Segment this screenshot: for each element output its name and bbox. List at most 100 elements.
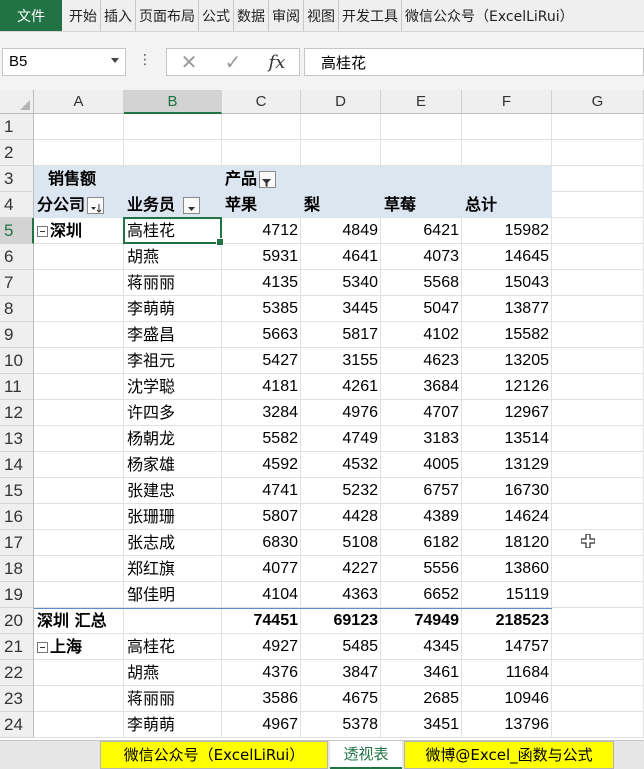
grid-cell[interactable] (34, 478, 124, 504)
value-cell[interactable]: 4707 (381, 400, 462, 426)
grid-cell[interactable] (552, 608, 644, 634)
grid-cell[interactable] (34, 374, 124, 400)
value-cell[interactable]: 4428 (301, 504, 381, 530)
value-cell[interactable]: 4181 (222, 374, 301, 400)
pivot-row-field-salesperson[interactable]: 业务员 (124, 192, 222, 218)
value-cell[interactable]: 4389 (381, 504, 462, 530)
value-cell[interactable]: 6421 (381, 218, 462, 244)
value-cell[interactable]: 15119 (462, 582, 552, 608)
grid-cell[interactable] (34, 322, 124, 348)
row-header[interactable]: 22 (0, 660, 34, 686)
tab-wechat[interactable]: 微信公众号（ExcelLiRui） (402, 0, 577, 31)
value-cell[interactable]: 4849 (301, 218, 381, 244)
salesperson-name[interactable]: 许四多 (124, 400, 222, 426)
value-cell[interactable]: 13205 (462, 348, 552, 374)
salesperson-name[interactable]: 邹佳明 (124, 582, 222, 608)
value-cell[interactable]: 5556 (381, 556, 462, 582)
file-tab[interactable]: 文件 (0, 0, 62, 31)
tab-formulas[interactable]: 公式 (199, 0, 234, 31)
grid-cell[interactable] (34, 712, 124, 738)
grid-cell[interactable] (552, 660, 644, 686)
grid-cell[interactable] (552, 556, 644, 582)
salesperson-name[interactable]: 李盛昌 (124, 322, 222, 348)
grid-cell[interactable] (552, 140, 644, 166)
value-cell[interactable]: 18120 (462, 530, 552, 556)
value-cell[interactable]: 4227 (301, 556, 381, 582)
sheet-tab-weibo[interactable]: 微博@Excel_函数与公式 (404, 741, 614, 769)
value-cell[interactable]: 3684 (381, 374, 462, 400)
tab-view[interactable]: 视图 (304, 0, 339, 31)
grid-cell[interactable] (552, 530, 644, 556)
column-header[interactable]: B (124, 90, 222, 114)
value-cell[interactable]: 14624 (462, 504, 552, 530)
value-cell[interactable]: 12126 (462, 374, 552, 400)
salesperson-name[interactable]: 杨家雄 (124, 452, 222, 478)
subtotal-value[interactable]: 74949 (381, 608, 462, 634)
grid-cell[interactable] (222, 114, 301, 140)
pivot-col-header[interactable]: 总计 (462, 192, 552, 218)
value-cell[interactable]: 4073 (381, 244, 462, 270)
grid-cell[interactable] (301, 114, 381, 140)
grid-cell[interactable] (552, 348, 644, 374)
row-header[interactable]: 11 (0, 374, 34, 400)
salesperson-name[interactable]: 张志成 (124, 530, 222, 556)
insert-function-icon[interactable]: fx (269, 52, 286, 73)
value-cell[interactable]: 3155 (301, 348, 381, 374)
row-header[interactable]: 19 (0, 582, 34, 608)
value-cell[interactable]: 11684 (462, 660, 552, 686)
pivot-col-header[interactable]: 梨 (301, 192, 381, 218)
value-cell[interactable]: 2685 (381, 686, 462, 712)
value-cell[interactable]: 5663 (222, 322, 301, 348)
grid-cell[interactable] (124, 140, 222, 166)
grid-cell[interactable] (34, 686, 124, 712)
column-header[interactable]: A (34, 90, 124, 114)
row-header[interactable]: 24 (0, 712, 34, 738)
value-cell[interactable]: 4532 (301, 452, 381, 478)
more-options-icon[interactable]: ⋮ (138, 52, 152, 68)
value-cell[interactable]: 4927 (222, 634, 301, 660)
value-cell[interactable]: 12967 (462, 400, 552, 426)
collapse-icon[interactable] (37, 642, 48, 653)
value-cell[interactable]: 3451 (381, 712, 462, 738)
grid-cell[interactable] (552, 166, 644, 192)
value-cell[interactable]: 4363 (301, 582, 381, 608)
value-cell[interactable]: 15982 (462, 218, 552, 244)
value-cell[interactable]: 13514 (462, 426, 552, 452)
row-header[interactable]: 15 (0, 478, 34, 504)
column-header[interactable]: G (552, 90, 644, 114)
value-cell[interactable]: 4102 (381, 322, 462, 348)
value-cell[interactable]: 4741 (222, 478, 301, 504)
value-cell[interactable]: 5108 (301, 530, 381, 556)
value-cell[interactable]: 5931 (222, 244, 301, 270)
grid-cell[interactable] (34, 348, 124, 374)
row-header[interactable]: 3 (0, 166, 34, 192)
value-cell[interactable]: 13796 (462, 712, 552, 738)
grid-cell[interactable] (34, 244, 124, 270)
value-cell[interactable]: 4005 (381, 452, 462, 478)
name-box[interactable]: B5 (2, 48, 126, 76)
tab-page-layout[interactable]: 页面布局 (136, 0, 199, 31)
tab-home[interactable]: 开始 (66, 0, 101, 31)
value-cell[interactable]: 4976 (301, 400, 381, 426)
grid-cell[interactable] (34, 400, 124, 426)
grid-cell[interactable] (552, 452, 644, 478)
grid-cell[interactable] (552, 218, 644, 244)
value-cell[interactable]: 6830 (222, 530, 301, 556)
salesperson-name[interactable]: 蒋丽丽 (124, 270, 222, 296)
grid-cell[interactable] (552, 192, 644, 218)
grid-cell[interactable] (34, 114, 124, 140)
salesperson-name[interactable]: 蒋丽丽 (124, 686, 222, 712)
grid-cell[interactable] (34, 530, 124, 556)
grid-cell[interactable] (34, 452, 124, 478)
grid-cell[interactable] (34, 426, 124, 452)
row-header[interactable]: 9 (0, 322, 34, 348)
tab-developer[interactable]: 开发工具 (339, 0, 402, 31)
chevron-down-icon[interactable] (111, 58, 119, 63)
grid-cell[interactable] (552, 504, 644, 530)
grid-cell[interactable] (552, 712, 644, 738)
grid-cell[interactable] (34, 296, 124, 322)
value-cell[interactable]: 13129 (462, 452, 552, 478)
value-cell[interactable]: 5378 (301, 712, 381, 738)
row-header[interactable]: 10 (0, 348, 34, 374)
value-cell[interactable]: 4712 (222, 218, 301, 244)
